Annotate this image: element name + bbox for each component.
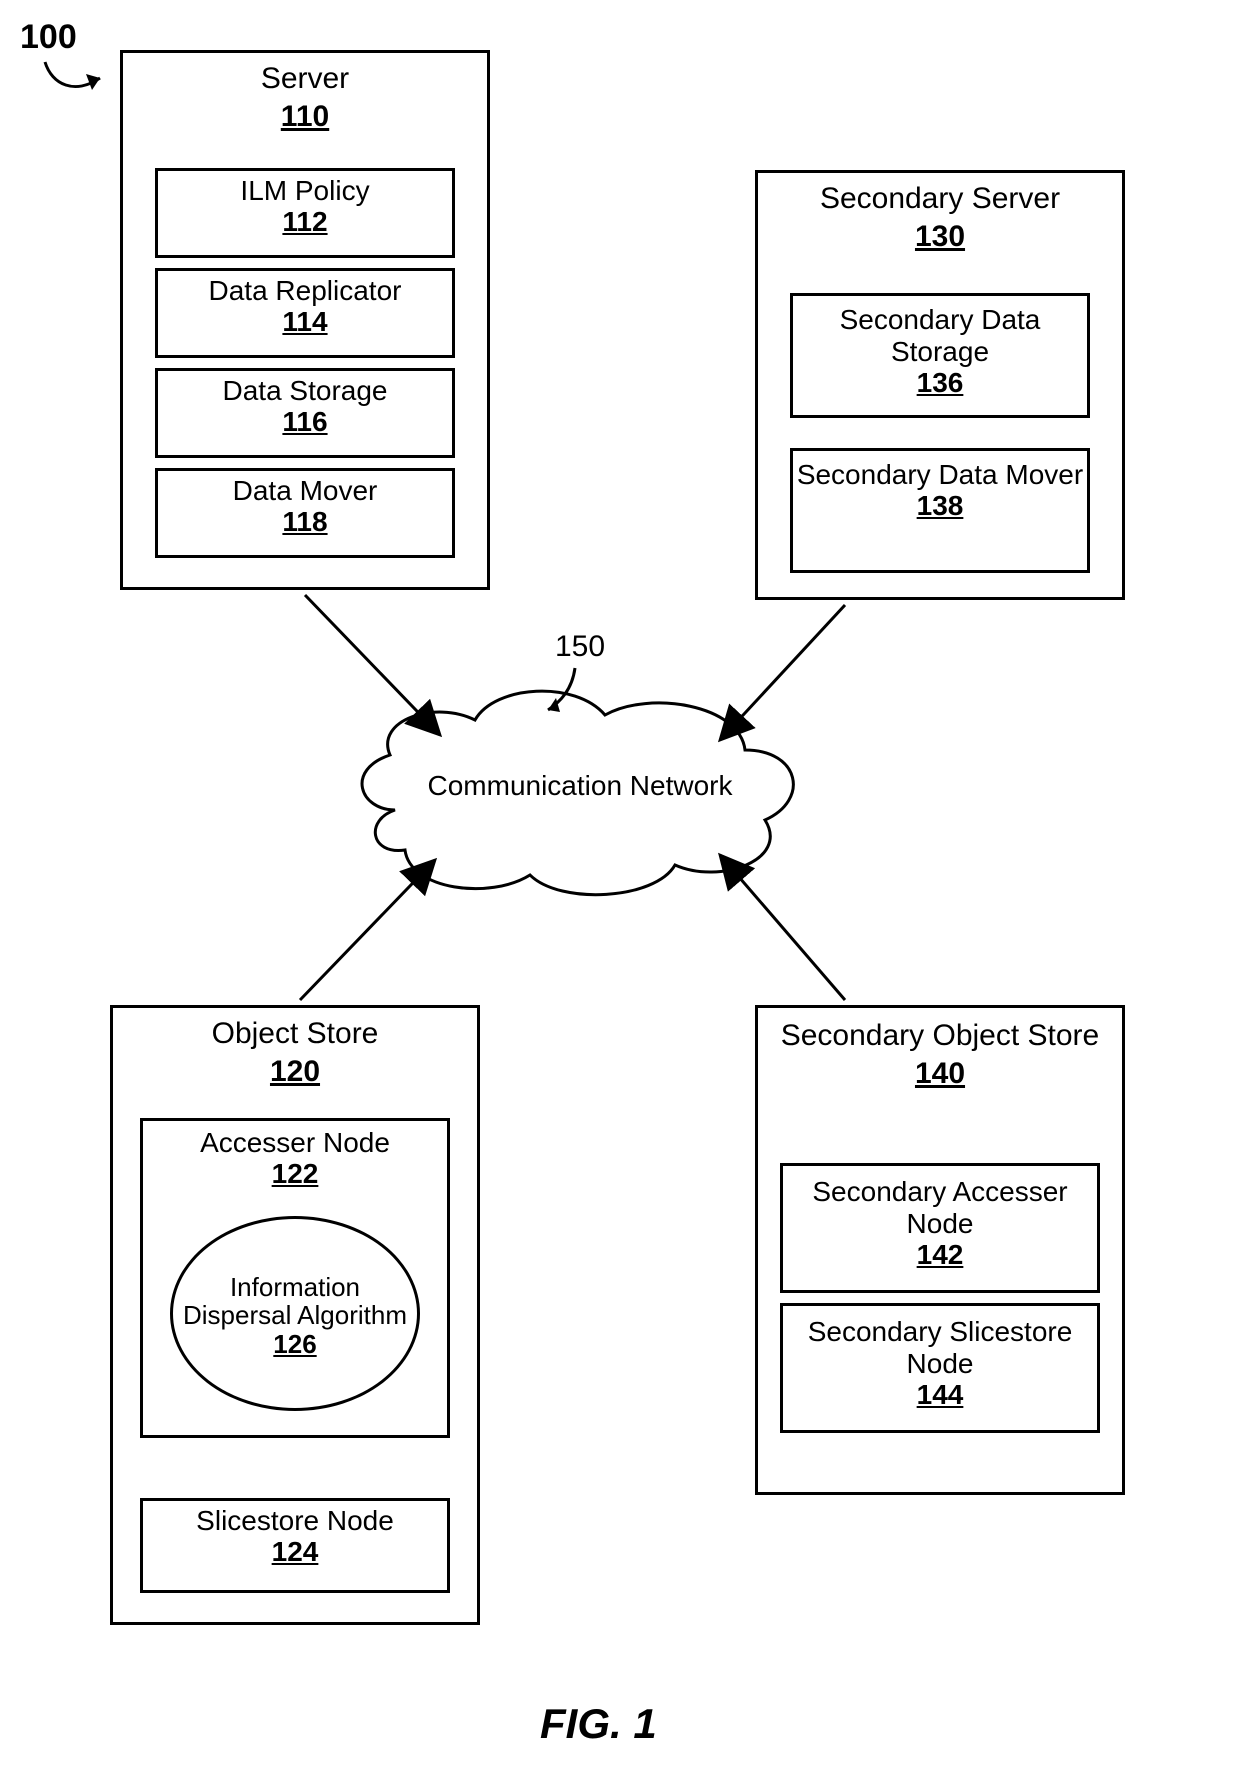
object-store-num: 120 — [113, 1054, 477, 1090]
ida-ellipse: Information Dispersal Algorithm 126 — [170, 1216, 420, 1411]
ilm-policy-label: ILM Policy — [158, 175, 452, 207]
data-storage-num: 116 — [158, 407, 452, 438]
secondary-server-num: 130 — [758, 219, 1122, 255]
data-mover-label: Data Mover — [158, 475, 452, 507]
data-storage-box: Data Storage 116 — [155, 368, 455, 458]
cloud-ref-150: 150 — [555, 630, 605, 664]
server-block: Server 110 ILM Policy 112 Data Replicato… — [120, 50, 490, 590]
object-store-block: Object Store 120 Accesser Node 122 Infor… — [110, 1005, 480, 1625]
secondary-data-mover-box: Secondary Data Mover 138 — [790, 448, 1090, 573]
data-mover-box: Data Mover 118 — [155, 468, 455, 558]
slicestore-node-box: Slicestore Node 124 — [140, 1498, 450, 1593]
figure-label: FIG. 1 — [540, 1700, 657, 1748]
server-title: Server — [123, 61, 487, 97]
data-storage-label: Data Storage — [158, 375, 452, 407]
secondary-slicestore-node-num: 144 — [783, 1380, 1097, 1411]
data-replicator-box: Data Replicator 114 — [155, 268, 455, 358]
accesser-node-label: Accesser Node — [143, 1127, 447, 1159]
server-num: 110 — [123, 99, 487, 135]
secondary-object-store-block: Secondary Object Store 140 Secondary Acc… — [755, 1005, 1125, 1495]
secondary-data-storage-label: Secondary Data Storage — [793, 304, 1087, 368]
secondary-data-mover-label: Secondary Data Mover — [793, 459, 1087, 491]
accesser-node-box: Accesser Node 122 Information Dispersal … — [140, 1118, 450, 1438]
secondary-accesser-node-box: Secondary Accesser Node 142 — [780, 1163, 1100, 1293]
diagram-canvas: 100 Server 110 ILM Policy 112 Data Repli… — [0, 0, 1240, 1786]
secondary-server-title: Secondary Server — [758, 181, 1122, 217]
secondary-slicestore-node-label: Secondary Slicestore Node — [783, 1316, 1097, 1380]
ida-num: 126 — [273, 1330, 316, 1359]
secondary-accesser-node-label: Secondary Accesser Node — [783, 1176, 1097, 1240]
figure-ref-100: 100 — [20, 18, 77, 57]
secondary-slicestore-node-box: Secondary Slicestore Node 144 — [780, 1303, 1100, 1433]
ida-label: Information Dispersal Algorithm — [173, 1273, 417, 1330]
accesser-node-num: 122 — [143, 1159, 447, 1190]
slicestore-node-num: 124 — [143, 1537, 447, 1568]
data-replicator-label: Data Replicator — [158, 275, 452, 307]
data-replicator-num: 114 — [158, 307, 452, 338]
secondary-data-storage-box: Secondary Data Storage 136 — [790, 293, 1090, 418]
secondary-data-storage-num: 136 — [793, 368, 1087, 399]
data-mover-num: 118 — [158, 507, 452, 538]
secondary-accesser-node-num: 142 — [783, 1240, 1097, 1271]
secondary-object-store-title: Secondary Object Store — [758, 1018, 1122, 1054]
ilm-policy-box: ILM Policy 112 — [155, 168, 455, 258]
secondary-object-store-num: 140 — [758, 1056, 1122, 1092]
object-store-title: Object Store — [113, 1016, 477, 1052]
ilm-policy-num: 112 — [158, 207, 452, 238]
secondary-server-block: Secondary Server 130 Secondary Data Stor… — [755, 170, 1125, 600]
secondary-data-mover-num: 138 — [793, 491, 1087, 522]
slicestore-node-label: Slicestore Node — [143, 1505, 447, 1537]
cloud-label: Communication Network — [400, 770, 760, 802]
